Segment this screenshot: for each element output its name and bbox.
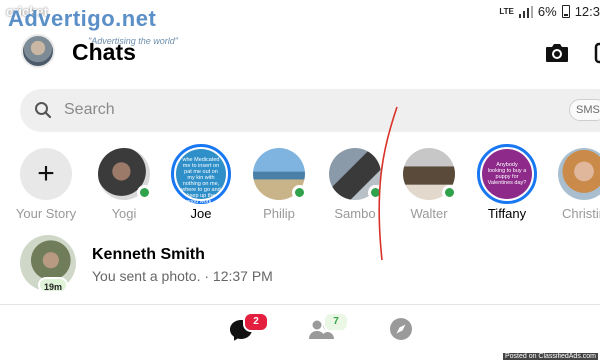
nav-discover[interactable] (389, 317, 419, 347)
story-tiffany[interactable]: Anybody looking to buy a puppy for Valen… (472, 144, 542, 221)
story-avatar (403, 148, 457, 200)
network-type: LTE (499, 6, 514, 16)
story-joe[interactable]: whe Medicated me to insert on pat me out… (166, 144, 236, 221)
conversation-row[interactable]: 19m Kenneth Smith You sent a photo. · 12… (0, 234, 600, 296)
story-text: whe Medicated me to insert on pat me out… (181, 157, 221, 205)
conversation-preview: You sent a photo. · 12:37 PM (92, 268, 273, 284)
people-badge: 7 (323, 312, 349, 332)
story-name: Philip (263, 206, 295, 221)
signal-icon (518, 5, 533, 18)
nav-people[interactable]: 7 (308, 312, 349, 347)
story-walter[interactable]: Walter (394, 148, 464, 221)
red-pen-mark (378, 106, 398, 261)
story-your-story[interactable]: + Your Story (11, 148, 81, 221)
search-icon (35, 102, 52, 119)
chats-badge: 2 (243, 312, 269, 332)
compass-icon (390, 318, 412, 340)
conversation-name: Kenneth Smith (92, 246, 205, 263)
clock: 12:3 (574, 4, 600, 19)
story-avatar (558, 148, 600, 200)
stories-row: + Your Story Yogi whe Medicated me to in… (0, 144, 600, 228)
story-name: Your Story (15, 206, 77, 221)
search-bar[interactable]: Search SMS (20, 89, 600, 132)
story-avatar (98, 148, 152, 200)
online-indicator (442, 185, 457, 200)
story-text: Anybody looking to buy a puppy for Valen… (487, 162, 527, 186)
story-avatar (253, 148, 307, 200)
camera-icon[interactable] (544, 40, 570, 66)
story-avatar: whe Medicated me to insert on pat me out… (171, 144, 231, 205)
header: Chats (0, 26, 600, 82)
story-name: Christin (561, 206, 600, 221)
battery-percent: 6% (537, 4, 557, 19)
credit-label: Posted on ClassifiedAds.com (502, 353, 598, 360)
online-indicator (292, 185, 307, 200)
add-story-icon: + (20, 148, 72, 200)
page-title: Chats (72, 39, 136, 65)
story-philip[interactable]: Philip (244, 148, 314, 221)
story-name: Yogi (111, 206, 137, 221)
sms-chip[interactable]: SMS (569, 99, 600, 121)
story-avatar: Anybody looking to buy a puppy for Valen… (477, 144, 537, 204)
active-time-badge: 19m (38, 277, 69, 293)
story-christin[interactable]: Christin (549, 148, 600, 221)
story-name: Tiffany (487, 206, 527, 221)
profile-avatar[interactable] (21, 34, 55, 68)
search-placeholder: Search (64, 101, 115, 118)
status-indicators: LTE 6% 12:3 (499, 4, 600, 19)
edit-icon[interactable] (592, 40, 600, 66)
story-yogi[interactable]: Yogi (89, 148, 159, 221)
story-name: Walter (410, 206, 448, 221)
battery-icon (561, 5, 570, 18)
online-indicator (137, 185, 152, 200)
nav-chats[interactable]: 2 (228, 312, 269, 347)
